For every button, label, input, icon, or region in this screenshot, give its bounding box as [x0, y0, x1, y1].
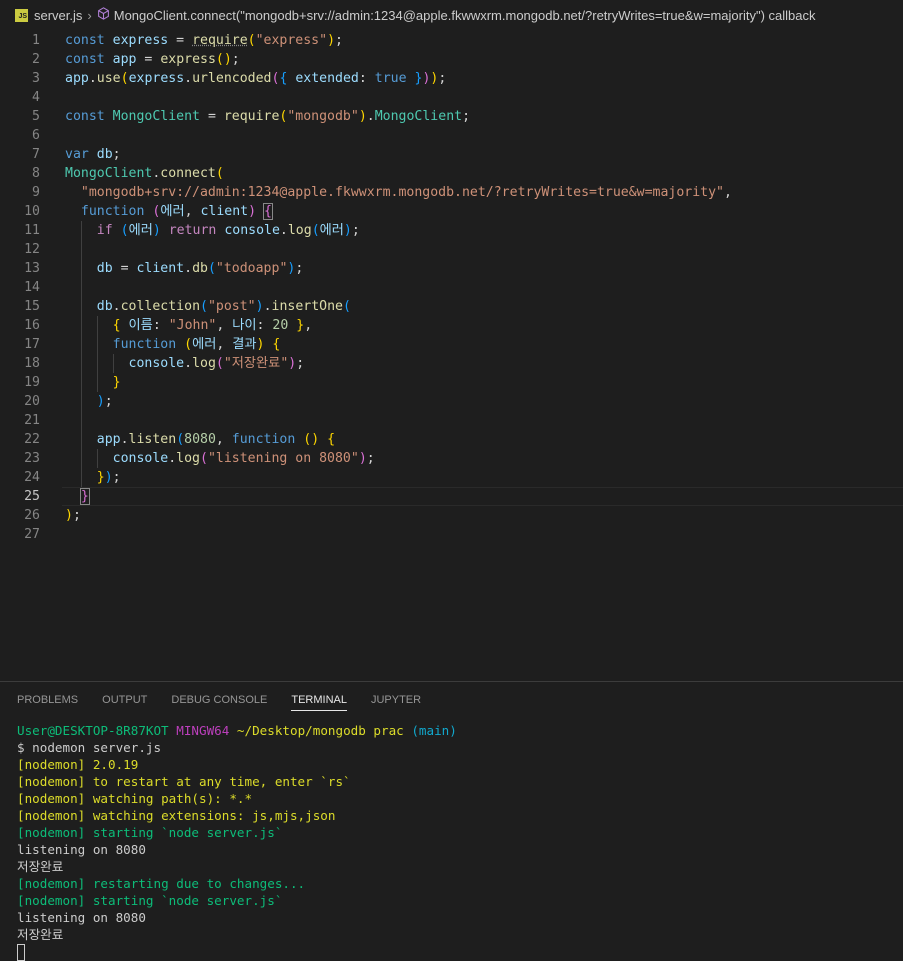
code-line[interactable]: 14 [0, 278, 903, 297]
code-line[interactable]: 6 [0, 126, 903, 145]
code-line[interactable]: 26); [0, 506, 903, 525]
terminal-output[interactable]: User@DESKTOP-8R87KOT MINGW64 ~/Desktop/m… [17, 722, 903, 961]
breadcrumb-symbol[interactable]: MongoClient.connect("mongodb+srv://admin… [114, 8, 816, 23]
terminal-line: listening on 8080 [17, 842, 146, 857]
line-number: 17 [24, 337, 40, 352]
terminal-line: [nodemon] to restart at any time, enter … [17, 774, 351, 789]
line-number: 23 [24, 451, 40, 466]
line-number: 3 [32, 71, 40, 86]
code-line[interactable]: 19 } [0, 373, 903, 392]
line-number: 10 [24, 204, 40, 219]
line-number: 13 [24, 261, 40, 276]
line-number: 25 [24, 489, 40, 504]
terminal-line: [nodemon] watching extensions: js,mjs,js… [17, 808, 336, 823]
line-number: 26 [24, 508, 40, 523]
code-line[interactable]: 17 function (에러, 결과) { [0, 335, 903, 354]
line-number: 18 [24, 356, 40, 371]
tab-jupyter[interactable]: JUPYTER [371, 682, 421, 718]
bottom-panel: PROBLEMS OUTPUT DEBUG CONSOLE TERMINAL J… [0, 681, 903, 961]
terminal-line: [nodemon] 2.0.19 [17, 757, 139, 772]
code-line[interactable]: 7 var db; [0, 145, 903, 164]
code-line[interactable]: 24 }); [0, 468, 903, 487]
code-line[interactable]: 10 function (에러, client) { [0, 202, 903, 221]
line-number: 12 [24, 242, 40, 257]
code-line[interactable]: 12 [0, 240, 903, 259]
code-line[interactable]: 5 const MongoClient = require("mongodb").… [0, 107, 903, 126]
javascript-file-icon: JS [15, 8, 28, 22]
tab-debug-console[interactable]: DEBUG CONSOLE [171, 682, 267, 718]
terminal-input-line[interactable] [17, 943, 903, 961]
terminal-line: [nodemon] starting `node server.js` [17, 825, 283, 840]
code-editor[interactable]: 1 const express = require("express"); 2 co… [0, 31, 903, 681]
breadcrumb-file[interactable]: server.js [34, 8, 82, 23]
code-line[interactable]: 3 app.use(express.urlencoded({ extended: … [0, 69, 903, 88]
terminal-command: $ nodemon server.js [17, 740, 162, 755]
line-number: 24 [24, 470, 40, 485]
tab-output[interactable]: OUTPUT [102, 682, 147, 718]
line-number: 19 [24, 375, 40, 390]
symbol-method-icon [97, 7, 110, 23]
line-number: 1 [32, 33, 40, 48]
terminal-line: [nodemon] starting `node server.js` [17, 893, 283, 908]
panel-tabs: PROBLEMS OUTPUT DEBUG CONSOLE TERMINAL J… [0, 682, 903, 718]
line-number: 20 [24, 394, 40, 409]
tab-problems[interactable]: PROBLEMS [17, 682, 78, 718]
line-number: 16 [24, 318, 40, 333]
code-line[interactable]: 9 "mongodb+srv://admin:1234@apple.fkwwxr… [0, 183, 903, 202]
terminal-line: [nodemon] watching path(s): *.* [17, 791, 253, 806]
code-line[interactable]: 13 db = client.db("todoapp"); [0, 259, 903, 278]
line-number: 4 [32, 90, 40, 105]
code-line[interactable]: 8 MongoClient.connect( [0, 164, 903, 183]
code-line[interactable]: 20 ); [0, 392, 903, 411]
code-line[interactable]: 22 app.listen(8080, function () { [0, 430, 903, 449]
code-line[interactable]: 18 console.log("저장완료"); [0, 354, 903, 373]
line-number: 15 [24, 299, 40, 314]
terminal-cursor [17, 944, 25, 961]
line-number: 9 [32, 185, 40, 200]
line-number: 5 [32, 109, 40, 124]
terminal-line: [nodemon] restarting due to changes... [17, 876, 306, 891]
code-line[interactable]: 11 if (에러) return console.log(에러); [0, 221, 903, 240]
tab-terminal[interactable]: TERMINAL [291, 682, 347, 718]
line-number: 6 [32, 128, 40, 143]
code-line[interactable]: 21 [0, 411, 903, 430]
code-line[interactable]: 16 { 이름: "John", 나이: 20 }, [0, 316, 903, 335]
code-line-current[interactable]: 25 } [0, 487, 903, 506]
line-number: 21 [24, 413, 40, 428]
line-number: 14 [24, 280, 40, 295]
line-number: 22 [24, 432, 40, 447]
breadcrumb: JS server.js › MongoClient.connect("mong… [0, 0, 903, 30]
line-number: 8 [32, 166, 40, 181]
terminal-line: listening on 8080 [17, 910, 146, 925]
line-number: 11 [24, 223, 40, 238]
terminal-line: 저장완료 [17, 927, 64, 942]
code-line[interactable]: 2 const app = express(); [0, 50, 903, 69]
terminal-prompt: User@DESKTOP-8R87KOT MINGW64 ~/Desktop/m… [17, 723, 457, 738]
code-line[interactable]: 4 [0, 88, 903, 107]
line-number: 27 [24, 527, 40, 542]
code-line[interactable]: 23 console.log("listening on 8080"); [0, 449, 903, 468]
code-line[interactable]: 1 const express = require("express"); [0, 31, 903, 50]
line-number: 7 [32, 147, 40, 162]
line-number: 2 [32, 52, 40, 67]
terminal-line: 저장완료 [17, 859, 64, 874]
code-line[interactable]: 15 db.collection("post").insertOne( [0, 297, 903, 316]
chevron-right-icon: › [87, 7, 92, 23]
code-line[interactable]: 27 [0, 525, 903, 544]
